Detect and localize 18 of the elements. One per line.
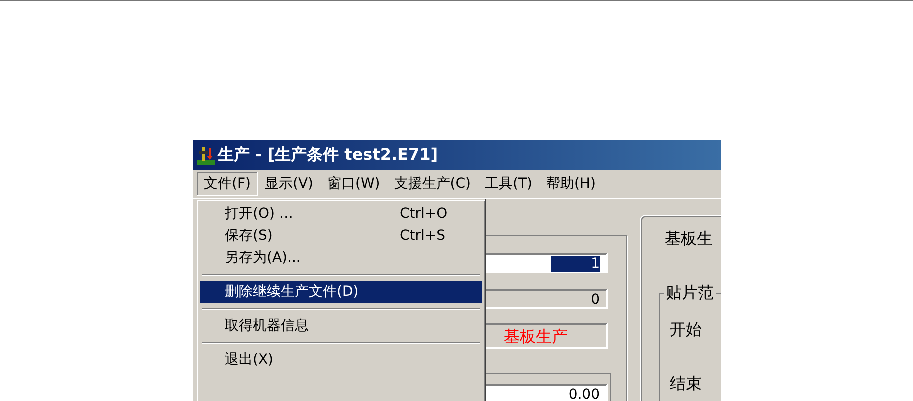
menu-item[interactable]: 显示(V) <box>258 172 320 196</box>
field-label: 开始 <box>670 320 702 341</box>
window-title: 生产 - [生产条件 test2.E71] <box>218 144 438 166</box>
menu-item[interactable]: 退出(X) <box>200 349 482 371</box>
menu-item[interactable]: 窗口(W) <box>320 172 388 196</box>
menu-item[interactable]: 支援生产(C) <box>387 172 478 196</box>
menu-item[interactable]: 删除继续生产文件(D) <box>200 281 482 303</box>
menu-item[interactable]: 取得机器信息 <box>200 315 482 337</box>
menu-item[interactable]: 帮助(H) <box>539 172 603 196</box>
menu-item[interactable]: 打开(O) … Ctrl+O <box>200 203 482 225</box>
menu-item[interactable]: 文件(F) <box>197 172 258 196</box>
menu-item[interactable]: 保存(S) Ctrl+S <box>200 225 482 247</box>
menu-item[interactable]: 另存为(A)... <box>200 247 482 269</box>
app-icon <box>196 145 216 165</box>
field-value: 1 <box>551 256 600 272</box>
field-label: 结束 <box>670 374 702 395</box>
menu-item[interactable]: 工具(T) <box>478 172 540 196</box>
panel-title: 基板生 <box>665 229 713 250</box>
